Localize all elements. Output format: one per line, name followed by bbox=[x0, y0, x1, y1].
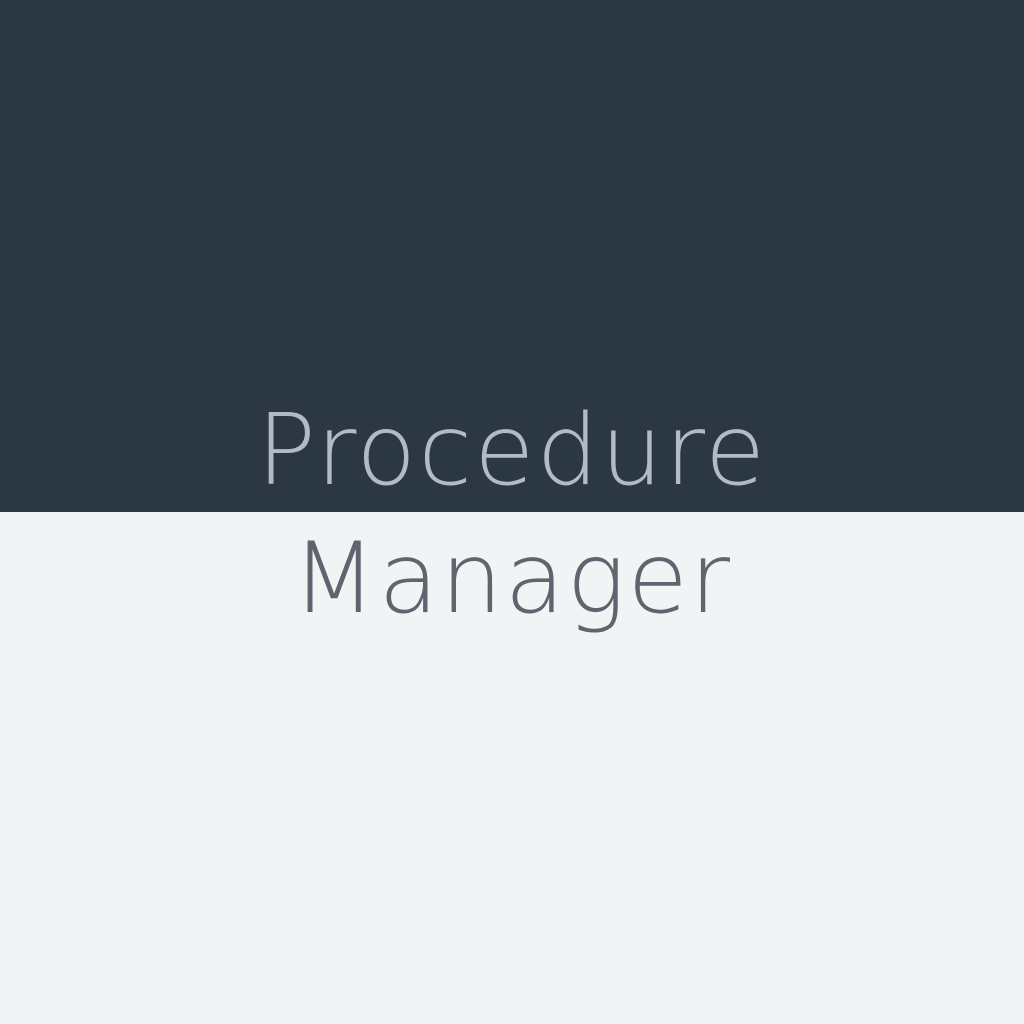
app-title-line-1: Procedure bbox=[256, 394, 768, 508]
app-title-line-2: Manager bbox=[291, 522, 733, 636]
